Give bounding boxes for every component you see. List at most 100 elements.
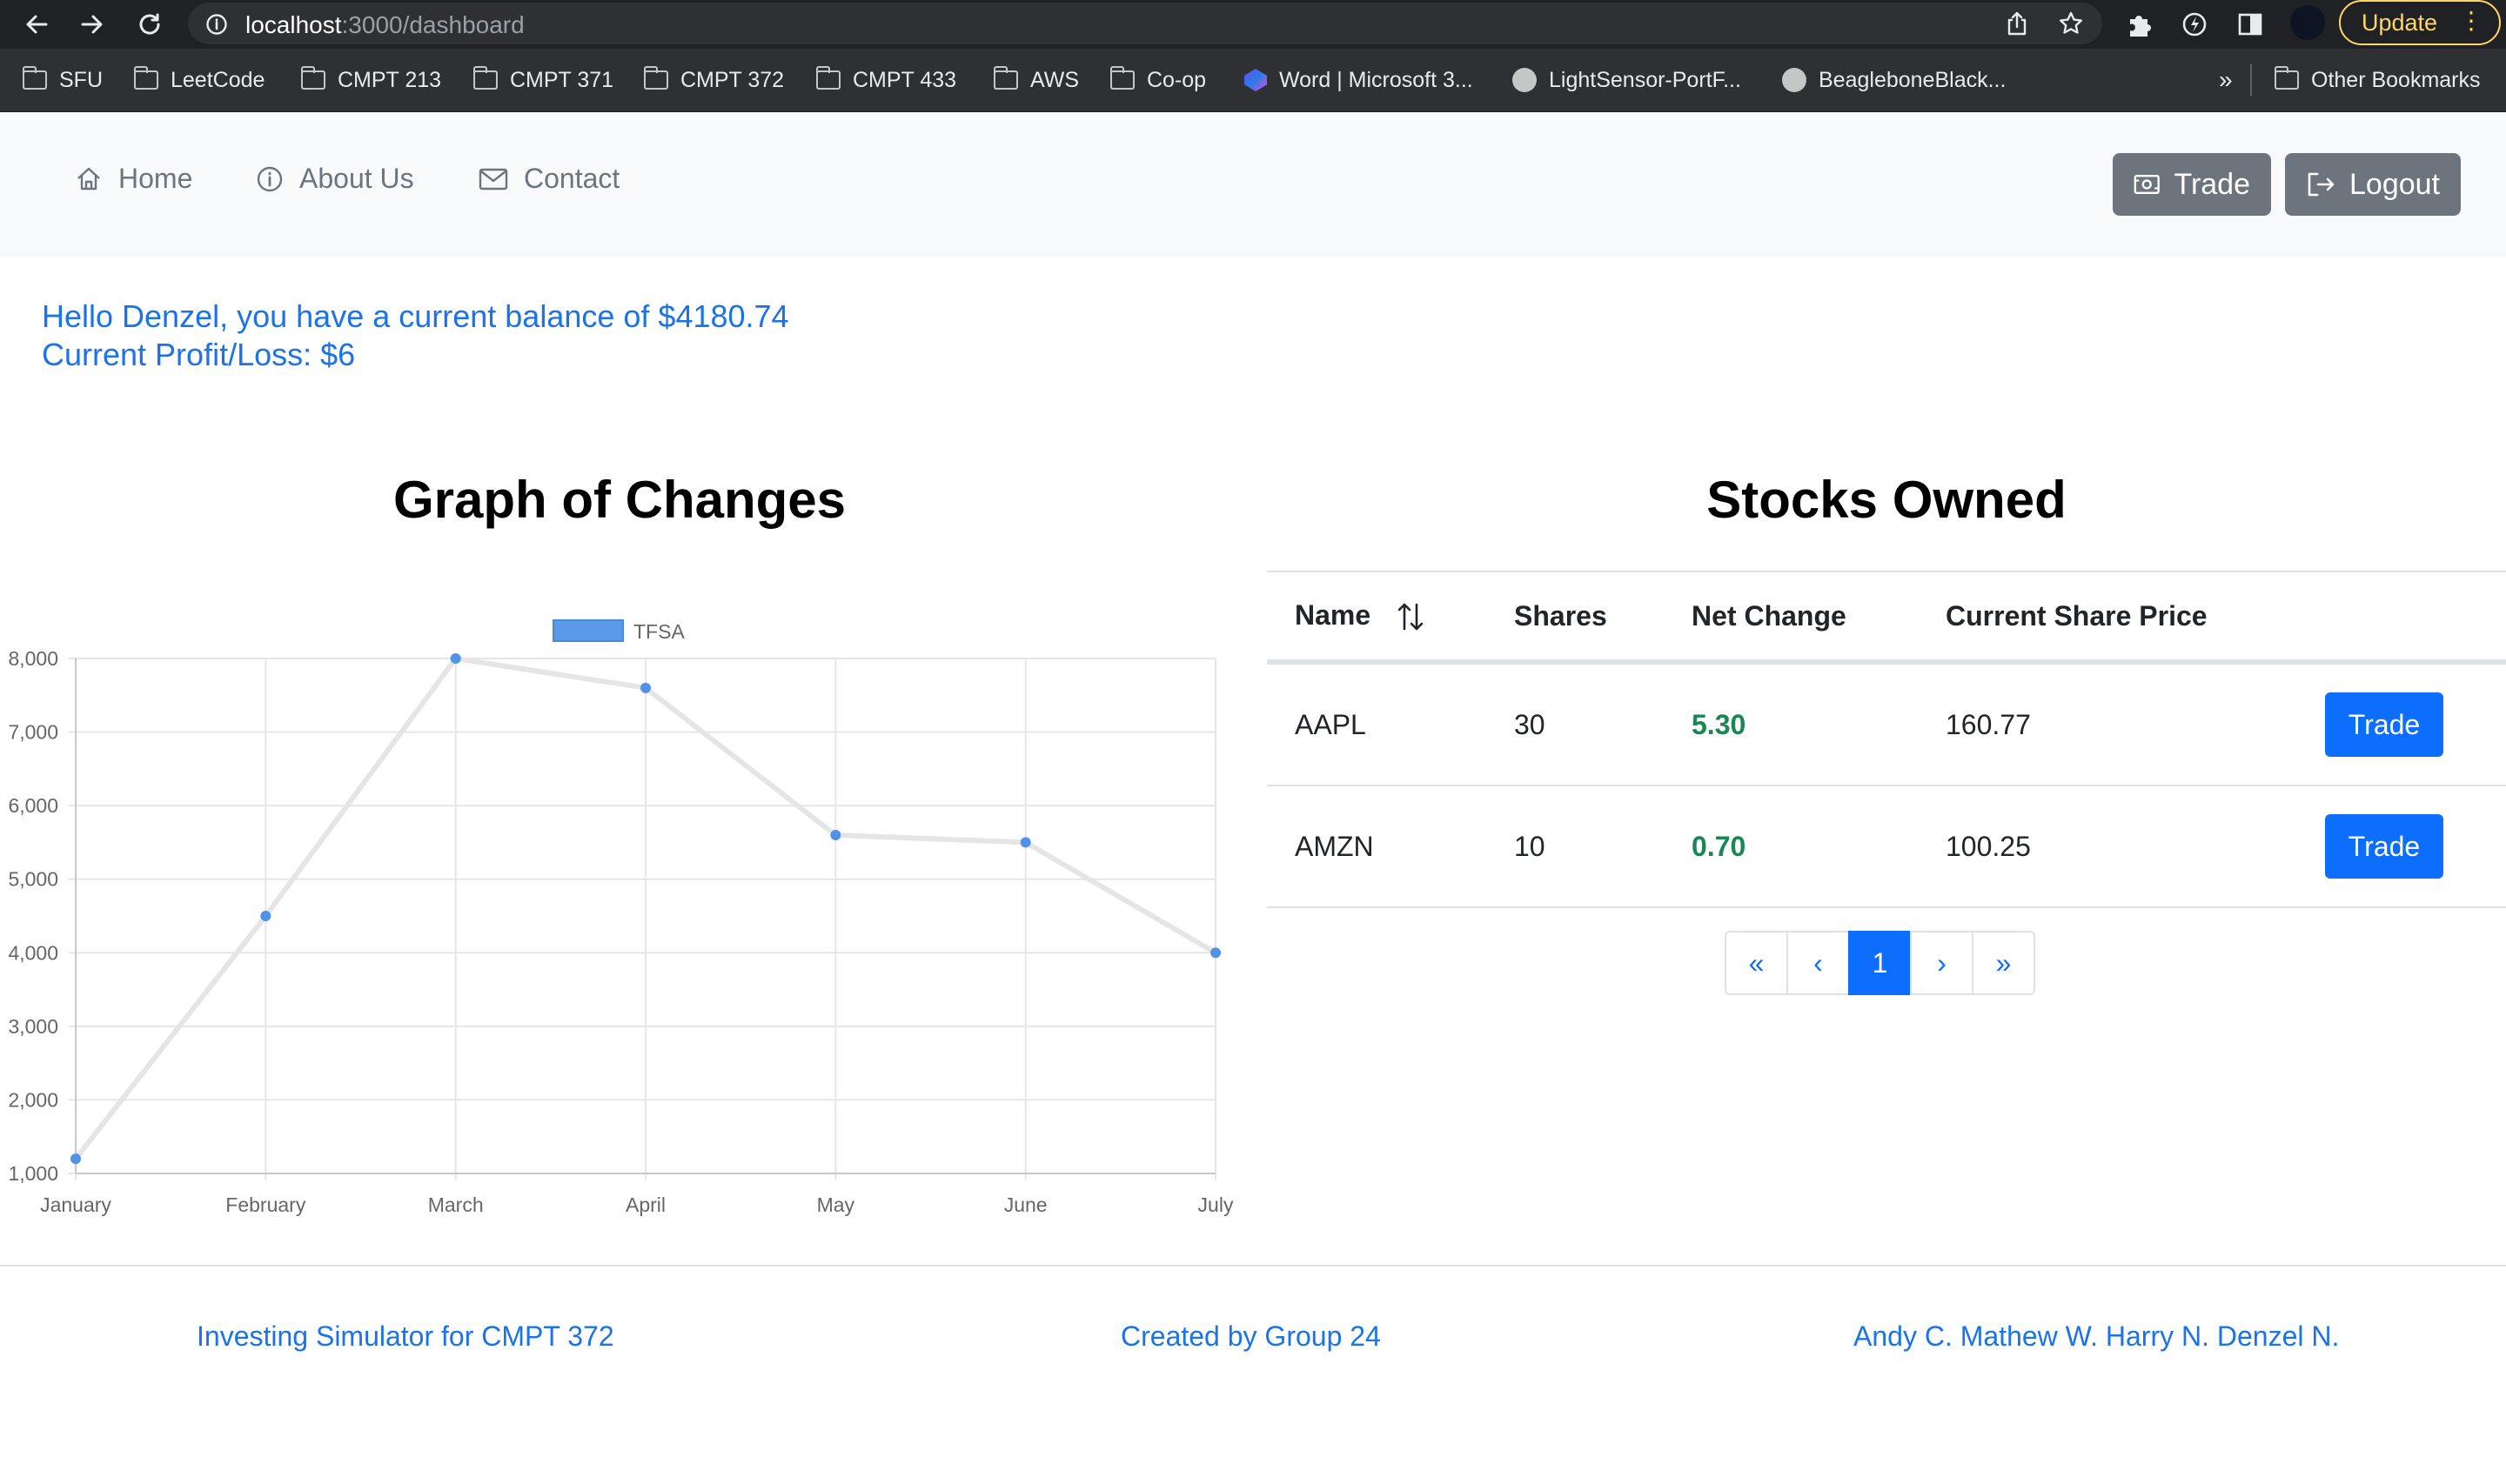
nav-contact[interactable]: Contact	[479, 163, 620, 195]
graph-title: Graph of Changes	[392, 471, 847, 529]
y-tick-label: 7,000	[8, 721, 58, 744]
profile-avatar[interactable]	[2290, 5, 2325, 40]
data-point	[640, 682, 651, 693]
bookmark-folder[interactable]: CMPT 213	[300, 64, 441, 96]
address-bar[interactable]: localhost:3000/dashboard	[188, 3, 2102, 44]
pagination: « ‹ 1 › »	[1725, 931, 2035, 995]
bookmark-word[interactable]: Word | Microsoft 3...	[1244, 64, 1473, 96]
nav-about[interactable]: About Us	[256, 163, 414, 195]
data-point	[450, 653, 461, 664]
menu-dots-icon[interactable]: ⋮	[2459, 9, 2483, 33]
stock-shares: 10	[1514, 830, 1545, 862]
legend-label: TFSA	[633, 620, 685, 643]
x-tick-label: April	[626, 1193, 666, 1216]
stock-name: AMZN	[1295, 830, 1374, 862]
y-tick-label: 4,000	[8, 941, 58, 964]
envelope-icon	[479, 168, 508, 190]
stock-shares: 30	[1514, 708, 1545, 740]
bookmarks-overflow-button[interactable]: »	[2219, 64, 2233, 96]
info-icon[interactable]	[205, 13, 228, 36]
footer-divider	[0, 1265, 2506, 1267]
forward-icon[interactable]	[75, 7, 110, 42]
stock-price: 160.77	[1946, 708, 2031, 740]
bookmark-folder[interactable]: CMPT 433	[815, 64, 956, 96]
data-point	[1210, 947, 1221, 959]
folder-icon	[1109, 66, 1135, 90]
globe-icon	[1782, 68, 1806, 92]
bookmark-folder[interactable]: LeetCode	[133, 64, 265, 96]
line-chart: 1,000 2,000 3,000 4,000 5,000 6,000 7,000 8,000…	[8, 619, 1234, 1216]
y-tick-label: 6,000	[8, 794, 58, 817]
folder-icon	[22, 66, 47, 90]
y-tick-label: 2,000	[8, 1088, 58, 1111]
prev-page-button[interactable]: ‹	[1786, 931, 1850, 995]
x-tick-label: July	[1198, 1193, 1234, 1216]
first-page-button[interactable]: «	[1725, 931, 1788, 995]
x-tick-label: January	[40, 1193, 111, 1216]
bookmark-link[interactable]: LightSensor-PortF...	[1512, 64, 1741, 96]
folder-icon	[2274, 66, 2299, 90]
last-page-button[interactable]: »	[1972, 931, 2035, 995]
x-tick-label: March	[428, 1193, 484, 1216]
profit-loss-text: Current Profit/Loss: $6	[42, 337, 356, 372]
bookmark-link[interactable]: BeagleboneBlack...	[1782, 64, 2006, 96]
home-icon	[77, 167, 100, 190]
page-1-button[interactable]: 1	[1848, 931, 1912, 995]
reload-icon[interactable]	[132, 7, 167, 42]
performance-icon[interactable]	[2179, 9, 2210, 40]
trade-button[interactable]: Trade	[2325, 692, 2443, 757]
stock-net-change: 0.70	[1692, 830, 1746, 862]
folder-icon	[993, 66, 1018, 90]
y-tick-label: 3,000	[8, 1015, 58, 1038]
folder-icon	[472, 66, 498, 90]
nav-home[interactable]: Home	[75, 163, 192, 195]
globe-icon	[1512, 68, 1537, 92]
url-text: localhost:3000/dashboard	[245, 11, 525, 38]
bookmark-folder[interactable]: CMPT 371	[472, 64, 613, 96]
folder-icon	[643, 66, 668, 90]
browser-toolbar: localhost:3000/dashboard Update ⋮	[0, 0, 2506, 49]
logout-icon	[2308, 172, 2335, 197]
share-icon[interactable]	[2001, 8, 2033, 39]
greeting: Hello Denzel, you have a current balance…	[42, 297, 789, 374]
bookmark-folder[interactable]: CMPT 372	[643, 64, 784, 96]
footer-group-link[interactable]: Created by Group 24	[1121, 1320, 1381, 1353]
x-tick-label: June	[1004, 1193, 1048, 1216]
bookmark-folder[interactable]: SFU	[22, 64, 103, 96]
x-tick-label: February	[225, 1193, 306, 1216]
folder-icon	[815, 66, 841, 90]
column-header-price: Current Share Price	[1946, 599, 2208, 632]
footer-project-link[interactable]: Investing Simulator for CMPT 372	[197, 1320, 614, 1353]
logout-button[interactable]: Logout	[2285, 153, 2461, 216]
back-icon[interactable]	[19, 7, 54, 42]
update-button[interactable]: Update ⋮	[2339, 0, 2501, 45]
bookmark-folder[interactable]: Co-op	[1109, 64, 1206, 96]
extensions-puzzle-icon[interactable]	[2123, 9, 2154, 40]
table-row: AAPL 30 5.30 160.77 Trade	[1267, 665, 2506, 786]
stock-price: 100.25	[1946, 830, 2031, 862]
y-tick-label: 8,000	[8, 647, 58, 670]
bookmark-star-icon[interactable]	[2055, 8, 2087, 39]
balance-text: Hello Denzel, you have a current balance…	[42, 298, 789, 334]
next-page-button[interactable]: ›	[1910, 931, 1973, 995]
column-header-net-change: Net Change	[1692, 599, 1846, 632]
other-bookmarks[interactable]: Other Bookmarks	[2274, 64, 2481, 96]
cash-icon	[2134, 174, 2160, 195]
y-tick-label: 5,000	[8, 868, 58, 891]
footer-authors-link[interactable]: Andy C. Mathew W. Harry N. Denzel N.	[1853, 1320, 2339, 1353]
app-navbar: Home About Us Contact Trade Logout	[0, 112, 2506, 257]
trade-button[interactable]: Trade	[2325, 814, 2443, 879]
word-icon	[1244, 69, 1267, 91]
bookmark-folder[interactable]: AWS	[993, 64, 1079, 96]
info-circle-icon	[257, 166, 283, 191]
table-header-row: Name Shares Net Change Current Share Pri…	[1267, 571, 2506, 665]
side-panel-icon[interactable]	[2235, 9, 2266, 40]
column-header-name[interactable]: Name	[1295, 599, 1425, 633]
data-point	[260, 911, 271, 921]
folder-icon	[133, 66, 158, 90]
sort-icon[interactable]	[1396, 601, 1425, 632]
legend-swatch	[553, 619, 624, 642]
stocks-title: Stocks Owned	[1706, 471, 2067, 529]
trade-nav-button[interactable]: Trade	[2113, 153, 2271, 216]
y-tick-label: 1,000	[8, 1162, 58, 1185]
